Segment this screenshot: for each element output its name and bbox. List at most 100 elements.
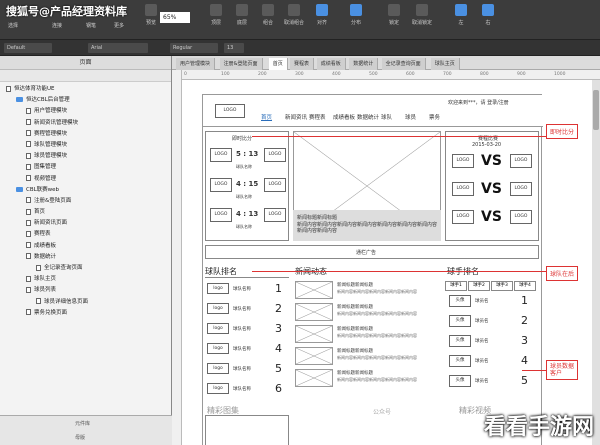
page-icon bbox=[26, 242, 31, 249]
distribute-button[interactable]: 分布 bbox=[350, 4, 362, 26]
tree-item[interactable]: 用户管理模块 bbox=[0, 106, 171, 117]
zoom-select[interactable]: 65% bbox=[160, 12, 190, 23]
design-canvas[interactable]: LOGO 欢迎来到***，请 登录/注册 首页 新闻资讯 赛程表 成绩看板 数据统计 球队… bbox=[182, 80, 600, 445]
style-select[interactable]: Default bbox=[4, 43, 52, 53]
nav-item[interactable]: 票务 bbox=[429, 113, 440, 121]
unlock-label: 取消锁定 bbox=[412, 20, 433, 26]
app-window: 搜狐号@产品经理资料库 选择 连接 钢笔 更多 65% 预览 顶层 底层 组合 … bbox=[0, 0, 600, 445]
page-icon bbox=[26, 130, 31, 137]
gallery-box[interactable] bbox=[205, 415, 289, 445]
align-button[interactable]: 对齐 bbox=[316, 4, 328, 26]
tree-item[interactable]: 数据统计 bbox=[0, 252, 171, 263]
tree-item-label: 票务兑换页面 bbox=[34, 309, 68, 316]
tree-item[interactable]: 注册&登陆页面 bbox=[0, 196, 171, 207]
tree-item[interactable]: 球员列表 bbox=[0, 285, 171, 296]
player-rank-tab[interactable]: 球手1 bbox=[445, 281, 467, 291]
ad-banner[interactable]: 通栏广告 bbox=[205, 245, 539, 259]
page-tab[interactable]: 数据统计 bbox=[349, 58, 379, 70]
tree-item[interactable]: 票务兑换页面 bbox=[0, 308, 171, 319]
widget-library-tab[interactable]: 元件库 bbox=[75, 420, 90, 427]
size-select[interactable]: 13 bbox=[224, 43, 244, 53]
weight-select[interactable]: Regular bbox=[170, 43, 218, 53]
tree-item[interactable]: 新闻资讯管理模块 bbox=[0, 118, 171, 129]
send-bottom-button[interactable]: 底层 bbox=[236, 4, 248, 26]
news-item-title[interactable]: 新闻标题新闻标题 bbox=[337, 282, 373, 288]
tree-item[interactable]: CBL联赛web bbox=[0, 185, 171, 196]
player-rank-tab[interactable]: 球手3 bbox=[491, 281, 513, 291]
bring-top-button[interactable]: 顶层 bbox=[210, 4, 222, 26]
news-item-title[interactable]: 新闻标题新闻标题 bbox=[337, 326, 373, 332]
tree-item-label: 赛程管理模块 bbox=[34, 130, 68, 137]
news-thumbnail[interactable] bbox=[295, 303, 333, 321]
tree-item-label: 球队管理模块 bbox=[34, 141, 68, 148]
news-thumbnail[interactable] bbox=[295, 347, 333, 365]
page-tab[interactable]: 成绩看板 bbox=[316, 58, 346, 70]
nav-item[interactable]: 球队 bbox=[381, 113, 392, 121]
player-rank-tab[interactable]: 球手2 bbox=[468, 281, 490, 291]
tree-item[interactable]: 图集管理 bbox=[0, 162, 171, 173]
team-rank-row[interactable]: logo 球队名称 1 bbox=[205, 281, 289, 298]
pen-tool-button[interactable]: 钢笔 bbox=[86, 22, 96, 29]
team-rank-row[interactable]: logo 球队名称 2 bbox=[205, 301, 289, 318]
player-rank-tab[interactable]: 球手4 bbox=[514, 281, 536, 291]
tree-item-label: 图集管理 bbox=[34, 164, 57, 171]
unlock-button[interactable]: 取消锁定 bbox=[412, 4, 432, 26]
lock-label: 锁定 bbox=[388, 20, 399, 26]
group-button[interactable]: 组合 bbox=[262, 4, 274, 26]
tree-item[interactable]: 球队主页 bbox=[0, 274, 171, 285]
tree-item[interactable]: 球员详细信息页面 bbox=[0, 297, 171, 308]
preview-button[interactable]: 预览 bbox=[145, 4, 157, 26]
font-select[interactable]: Arial bbox=[88, 43, 148, 53]
page-tab[interactable]: 全记录查询页面 bbox=[381, 58, 426, 70]
main-toolbar: 搜狐号@产品经理资料库 选择 连接 钢笔 更多 65% 预览 顶层 底层 组合 … bbox=[0, 0, 600, 40]
tree-item[interactable]: 全记录查询页面 bbox=[0, 263, 171, 274]
page-tab[interactable]: 赛程表 bbox=[290, 58, 315, 70]
news-thumbnail[interactable] bbox=[295, 281, 333, 299]
team-rank-row[interactable]: logo 球队名称 5 bbox=[205, 361, 289, 378]
news-thumbnail[interactable] bbox=[295, 325, 333, 343]
nav-item[interactable]: 成绩看板 bbox=[333, 113, 355, 121]
unlock-icon bbox=[416, 4, 428, 16]
nav-item[interactable]: 球员 bbox=[405, 113, 416, 121]
lock-button[interactable]: 锁定 bbox=[388, 4, 400, 26]
live-score-panel: 即时比分 LOGO 5 : 13 LOGO 球队名称 LOGO 4 : 15 LOGO 球队名… bbox=[205, 131, 289, 241]
tree-item[interactable]: 恒达体育功能UE bbox=[0, 84, 171, 95]
team-rank-row[interactable]: logo 球队名称 4 bbox=[205, 341, 289, 358]
scrollbar-thumb[interactable] bbox=[593, 90, 599, 130]
nav-item[interactable]: 赛程表 bbox=[309, 113, 326, 121]
canvas-scrollbar[interactable] bbox=[592, 80, 600, 445]
more-tool-button[interactable]: 更多 bbox=[114, 22, 124, 29]
team-rank-row[interactable]: logo 球队名称 6 bbox=[205, 381, 289, 398]
tree-item[interactable]: 赛程管理模块 bbox=[0, 129, 171, 140]
page-tab[interactable]: 用户管理模块 bbox=[176, 58, 216, 70]
tree-item[interactable]: 成绩看板 bbox=[0, 241, 171, 252]
nav-item[interactable]: 新闻资讯 bbox=[285, 113, 307, 121]
connect-tool-button[interactable]: 连接 bbox=[52, 22, 62, 29]
align-left-button[interactable]: 左 bbox=[455, 4, 467, 26]
master-tab[interactable]: 母版 bbox=[75, 434, 85, 441]
ruler-mark: 400 bbox=[332, 72, 341, 77]
news-thumbnail[interactable] bbox=[295, 369, 333, 387]
news-item-title[interactable]: 新闻标题新闻标题 bbox=[337, 370, 373, 376]
nav-item[interactable]: 首页 bbox=[261, 113, 272, 121]
tree-item[interactable]: 恒达CBL后台管理 bbox=[0, 95, 171, 106]
page-tab[interactable]: 注册&登陆页面 bbox=[219, 58, 263, 70]
align-right-button[interactable]: 右 bbox=[482, 4, 494, 26]
more-label: 更多 bbox=[114, 23, 125, 29]
tree-item[interactable]: 球员管理模块 bbox=[0, 151, 171, 162]
page-tab[interactable]: 首页 bbox=[268, 58, 288, 70]
tree-item[interactable]: 新闻资讯页面 bbox=[0, 218, 171, 229]
tree-item[interactable]: 球队管理模块 bbox=[0, 140, 171, 151]
page-tab[interactable]: 球队主页 bbox=[430, 58, 460, 70]
ungroup-button[interactable]: 取消组合 bbox=[284, 4, 304, 26]
tree-item-label: 注册&登陆页面 bbox=[34, 197, 72, 204]
nav-item[interactable]: 数据统计 bbox=[357, 113, 379, 121]
tree-item[interactable]: 首页 bbox=[0, 207, 171, 218]
select-tool-button[interactable]: 选择 bbox=[8, 22, 18, 29]
schedule-away-logo: LOGO bbox=[510, 182, 532, 196]
team-rank-row[interactable]: logo 球队名称 3 bbox=[205, 321, 289, 338]
news-item-title[interactable]: 新闻标题新闻标题 bbox=[337, 304, 373, 310]
tree-item[interactable]: 赛程表 bbox=[0, 229, 171, 240]
news-item-title[interactable]: 新闻标题新闻标题 bbox=[337, 348, 373, 354]
tree-item[interactable]: 视频管理 bbox=[0, 174, 171, 185]
